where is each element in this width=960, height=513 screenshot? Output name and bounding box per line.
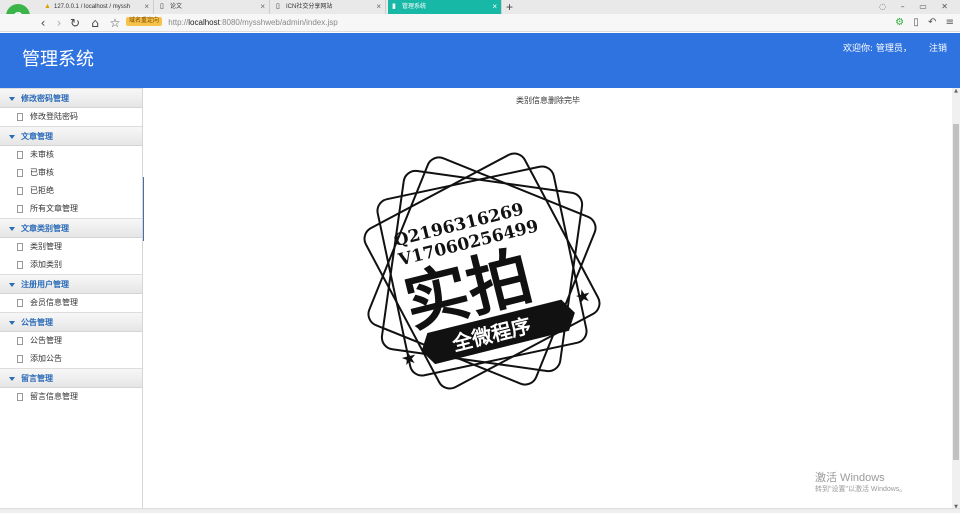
document-icon <box>17 151 23 159</box>
caret-down-icon <box>9 282 15 287</box>
document-icon <box>17 187 23 195</box>
star-icon[interactable]: ☆ <box>108 15 122 31</box>
close-icon[interactable]: × <box>376 0 381 14</box>
back-icon[interactable]: ‹ <box>36 15 50 31</box>
document-icon <box>17 205 23 213</box>
close-icon[interactable]: × <box>260 0 265 14</box>
sidebar-item-category-manage[interactable]: 类别管理 <box>0 238 142 256</box>
reload-icon[interactable]: ↻ <box>68 15 82 31</box>
document-icon: ▯ <box>276 3 280 10</box>
sidebar-group-announcements[interactable]: 公告管理 <box>0 312 142 332</box>
document-icon <box>17 355 23 363</box>
scroll-up-icon[interactable]: ▲ <box>952 88 960 94</box>
document-icon <box>17 243 23 251</box>
sidebar-item-all-articles[interactable]: 所有文章管理 <box>0 200 142 218</box>
menu-icon[interactable]: ≡ <box>946 17 954 28</box>
redirect-badge: 域名重定向 <box>126 17 163 27</box>
document-icon: ▮ <box>392 3 396 10</box>
browser-toolbar: ‹ › ↻ ⌂ ☆ 域名重定向 http://localhost:8080/my… <box>0 14 960 32</box>
sidebar-item-members[interactable]: 会员信息管理 <box>0 294 142 312</box>
sidebar-group-password[interactable]: 修改密码管理 <box>0 88 142 108</box>
sidebar-group-categories[interactable]: 文章类别管理 <box>0 218 142 238</box>
caret-down-icon <box>9 376 15 381</box>
browser-tab-3[interactable]: ▯ ICN社交分享网站 × <box>272 0 386 14</box>
caret-down-icon <box>9 96 15 101</box>
svg-text:★: ★ <box>399 347 420 371</box>
document-icon: ▯ <box>160 3 164 10</box>
svg-text:★: ★ <box>573 285 594 309</box>
warning-icon: ▲ <box>44 3 51 10</box>
browser-tab-active[interactable]: ▮ 管理系统 × <box>388 0 502 14</box>
scrollbar-thumb[interactable] <box>953 124 959 460</box>
sidebar-item-announcement-manage[interactable]: 公告管理 <box>0 332 142 350</box>
app-title: 管理系统 <box>22 49 94 70</box>
sidebar-group-users[interactable]: 注册用户管理 <box>0 274 142 294</box>
sidebar-item-reviewed[interactable]: 已审核 <box>0 164 142 182</box>
forward-icon[interactable]: › <box>52 15 66 31</box>
caret-down-icon <box>9 134 15 139</box>
close-icon[interactable]: × <box>144 0 149 14</box>
caret-down-icon <box>9 320 15 325</box>
browser-tab-2[interactable]: ▯ 论文 × <box>156 0 270 14</box>
toolbar-right: ⚙ ▯ ↶ ≡ <box>889 15 954 31</box>
browser-tab-bar: ▲ 127.0.0.1 / localhost / myssh × ▯ 论文 ×… <box>0 0 960 14</box>
logout-link[interactable]: 注销 <box>929 43 947 55</box>
extension-icon[interactable]: ⚙ <box>895 17 904 28</box>
main-content: 类别信息删除完毕 Q2196316269 V17060256499 实拍 全微程… <box>144 88 952 510</box>
sidebar-item-message-manage[interactable]: 留言信息管理 <box>0 388 142 406</box>
home-icon[interactable]: ⌂ <box>88 15 102 31</box>
sidebar-group-messages[interactable]: 留言管理 <box>0 368 142 388</box>
phone-icon[interactable]: ▯ <box>913 17 919 28</box>
document-icon <box>17 169 23 177</box>
new-tab-button[interactable]: + <box>506 0 513 14</box>
document-icon <box>17 261 23 269</box>
browser-status-bar <box>0 508 960 513</box>
url-text: http://localhost:8080/mysshweb/admin/ind… <box>168 18 338 27</box>
caret-down-icon <box>9 226 15 231</box>
sidebar-item-change-password[interactable]: 修改登陆密码 <box>0 108 142 126</box>
document-icon <box>17 299 23 307</box>
window-controls[interactable]: ◌ – ▭ ✕ <box>879 0 954 14</box>
document-icon <box>17 393 23 401</box>
app-header: 管理系统 欢迎你: 管理员， 注销 <box>0 33 960 88</box>
sidebar: 修改密码管理 修改登陆密码 文章管理 未审核 已审核 已拒绝 所有文章管理 文章… <box>0 88 143 510</box>
sidebar-item-add-announcement[interactable]: 添加公告 <box>0 350 142 368</box>
sidebar-item-unreviewed[interactable]: 未审核 <box>0 146 142 164</box>
close-icon[interactable]: × <box>492 0 497 14</box>
welcome-text: 欢迎你: 管理员， <box>843 44 912 54</box>
page-scrollbar[interactable]: ▲ ▼ <box>952 88 960 510</box>
windows-activation-watermark: 激活 Windows 转到"设置"以激活 Windows。 <box>815 472 907 493</box>
document-icon <box>17 113 23 121</box>
sidebar-group-articles[interactable]: 文章管理 <box>0 126 142 146</box>
undo-icon[interactable]: ↶ <box>928 17 936 28</box>
watermark-stamp: Q2196316269 V17060256499 实拍 全微程序 ★ ★ <box>363 152 601 390</box>
address-bar[interactable]: 域名重定向 http://localhost:8080/mysshweb/adm… <box>126 16 856 30</box>
sidebar-item-add-category[interactable]: 添加类别 <box>0 256 142 274</box>
browser-tab-1[interactable]: ▲ 127.0.0.1 / localhost / myssh × <box>40 0 154 14</box>
document-icon <box>17 337 23 345</box>
sidebar-item-rejected[interactable]: 已拒绝 <box>0 182 142 200</box>
status-message: 类别信息删除完毕 <box>516 96 580 105</box>
